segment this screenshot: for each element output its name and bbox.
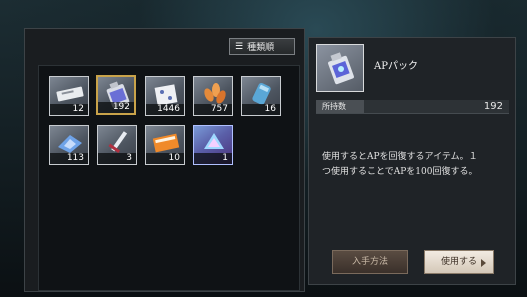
use-button[interactable]: 使用する <box>424 250 494 274</box>
item-count: 1 <box>194 153 232 164</box>
obtain-method-button[interactable]: 入手方法 <box>332 250 408 274</box>
inventory-slot-canister[interactable]: 16 <box>241 76 281 116</box>
inventory-slot-crystal-book[interactable]: 113 <box>49 125 89 165</box>
item-count: 192 <box>98 102 134 113</box>
inventory-slot-orange-card[interactable]: 10 <box>145 125 185 165</box>
inventory-slot-leaves[interactable]: 757 <box>193 76 233 116</box>
item-count: 10 <box>146 153 184 164</box>
ap-pack-icon <box>328 52 354 85</box>
item-count: 16 <box>242 104 280 115</box>
inventory-slot-sword[interactable]: 3 <box>97 125 137 165</box>
inventory-slot-rainbow-chip[interactable]: 1 <box>193 125 233 165</box>
item-description: 使用するとAPを回復するアイテム。１ つ使用することでAPを100回復する。 <box>322 150 507 180</box>
inventory-slot-ticket[interactable]: 12 <box>49 76 89 116</box>
owned-count-bar: 所持数 192 <box>316 100 509 114</box>
item-count: 12 <box>50 104 88 115</box>
description-line-2: つ使用することでAPを100回復する。 <box>322 167 478 177</box>
sort-button[interactable]: ☰ 種類順 <box>229 38 295 55</box>
item-name: APパック <box>374 61 418 72</box>
item-count: 3 <box>98 153 136 164</box>
item-count: 113 <box>50 153 88 164</box>
description-line-1: 使用するとAPを回復するアイテム。１ <box>322 152 478 162</box>
item-count: 757 <box>194 104 232 115</box>
inventory-slot-dice-box[interactable]: 1446 <box>145 76 185 116</box>
item-count: 1446 <box>146 104 184 115</box>
inventory-slot-ap-pack[interactable]: 192 <box>96 75 136 115</box>
sort-icon: ☰ <box>235 41 244 52</box>
sort-label: 種類順 <box>247 43 275 53</box>
detail-item-icon <box>316 44 364 92</box>
owned-value: 192 <box>483 101 503 112</box>
owned-label: 所持数 <box>316 100 364 113</box>
